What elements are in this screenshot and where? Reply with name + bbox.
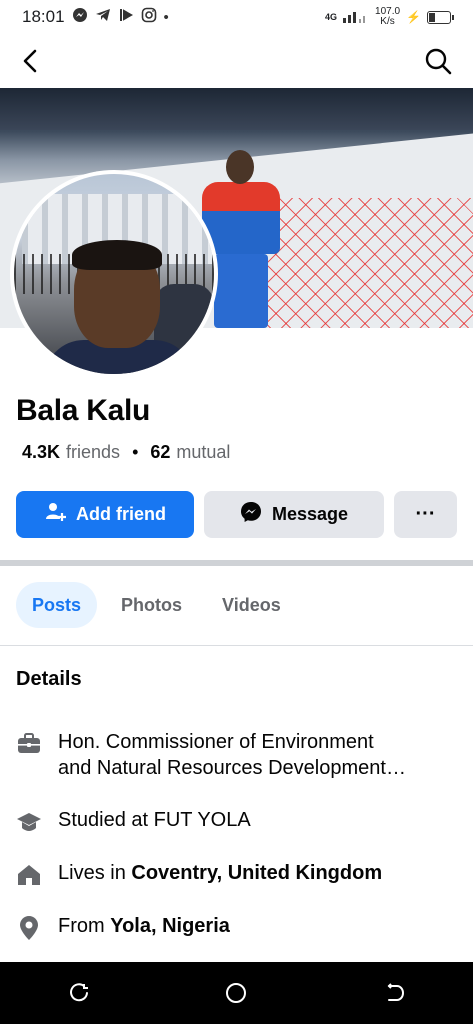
- tabs-divider: [0, 645, 473, 646]
- messenger-notification-icon: [72, 7, 88, 27]
- status-left: 18:01 •: [22, 7, 169, 27]
- network-speed-unit: K/s: [380, 16, 395, 27]
- search-icon[interactable]: [421, 44, 455, 78]
- mutual-label: mutual: [176, 442, 231, 462]
- network-type: 4G: [325, 12, 338, 22]
- work-line-2: and Natural Resources Development…: [58, 757, 406, 779]
- graduation-cap-icon: [16, 809, 42, 835]
- tab-photos[interactable]: Photos: [105, 582, 198, 628]
- separator-dot: •: [132, 442, 139, 462]
- more-options-button[interactable]: ···: [394, 491, 457, 538]
- section-divider: [0, 560, 473, 566]
- status-bar: 18:01 • 4G 107.0 K/s ⚡: [0, 0, 473, 34]
- home-icon: [16, 862, 42, 888]
- mutual-count: 62: [150, 442, 171, 462]
- charging-icon: ⚡: [406, 10, 421, 24]
- detail-from[interactable]: From Yola, Nigeria: [16, 913, 457, 941]
- from-place: Yola, Nigeria: [110, 915, 230, 937]
- lives-place: Coventry, United Kingdom: [131, 862, 383, 884]
- more-icon: ···: [415, 503, 436, 525]
- profile-actions: Add friend Message ···: [16, 491, 457, 538]
- instagram-notification-icon: [141, 7, 157, 27]
- lives-prefix: Lives in: [58, 862, 132, 884]
- friends-count: 4.3K: [22, 442, 61, 462]
- detail-lives-in[interactable]: Lives in Coventry, United Kingdom: [16, 860, 457, 888]
- back-button[interactable]: [379, 978, 409, 1008]
- status-right: 4G 107.0 K/s ⚡: [325, 7, 454, 27]
- briefcase-icon: [16, 731, 42, 757]
- tab-posts[interactable]: Posts: [16, 582, 98, 628]
- detail-education[interactable]: Studied at FUT YOLA: [16, 807, 457, 835]
- detail-work[interactable]: Hon. Commissioner of Environment and Nat…: [16, 729, 457, 781]
- message-button[interactable]: Message: [204, 491, 384, 538]
- telegram-notification-icon: [95, 7, 111, 27]
- messenger-icon: [240, 501, 262, 528]
- profile-tabs: Posts Photos Videos: [16, 582, 297, 628]
- friends-label: friends: [66, 442, 121, 462]
- details-heading: Details: [16, 668, 82, 690]
- add-friend-icon: [44, 501, 66, 528]
- from-prefix: From: [58, 915, 111, 937]
- profile-picture[interactable]: [10, 170, 218, 378]
- tab-videos[interactable]: Videos: [206, 582, 297, 628]
- network-speed: 107.0 K/s: [375, 7, 400, 27]
- work-line-1: Hon. Commissioner of Environment: [58, 731, 374, 753]
- app-bar: [0, 34, 473, 88]
- add-friend-label: Add friend: [76, 504, 166, 524]
- battery-icon: [427, 10, 454, 24]
- add-friend-button[interactable]: Add friend: [16, 491, 194, 538]
- system-navigation-bar: [0, 962, 473, 1024]
- app-notification-icon: [118, 7, 134, 27]
- more-notifications-dot-icon: •: [163, 8, 169, 26]
- education-text: Studied at FUT YOLA: [58, 809, 251, 831]
- profile-name: Bala Kalu: [16, 394, 151, 427]
- status-time: 18:01: [22, 7, 65, 26]
- recent-apps-button[interactable]: [64, 978, 94, 1008]
- location-pin-icon: [16, 915, 42, 941]
- back-arrow-icon[interactable]: [14, 44, 48, 78]
- signal-icon: [343, 9, 369, 26]
- home-button[interactable]: [221, 978, 251, 1008]
- message-label: Message: [271, 504, 349, 524]
- friend-stats[interactable]: 4.3K friends • 62 mutual: [22, 442, 230, 463]
